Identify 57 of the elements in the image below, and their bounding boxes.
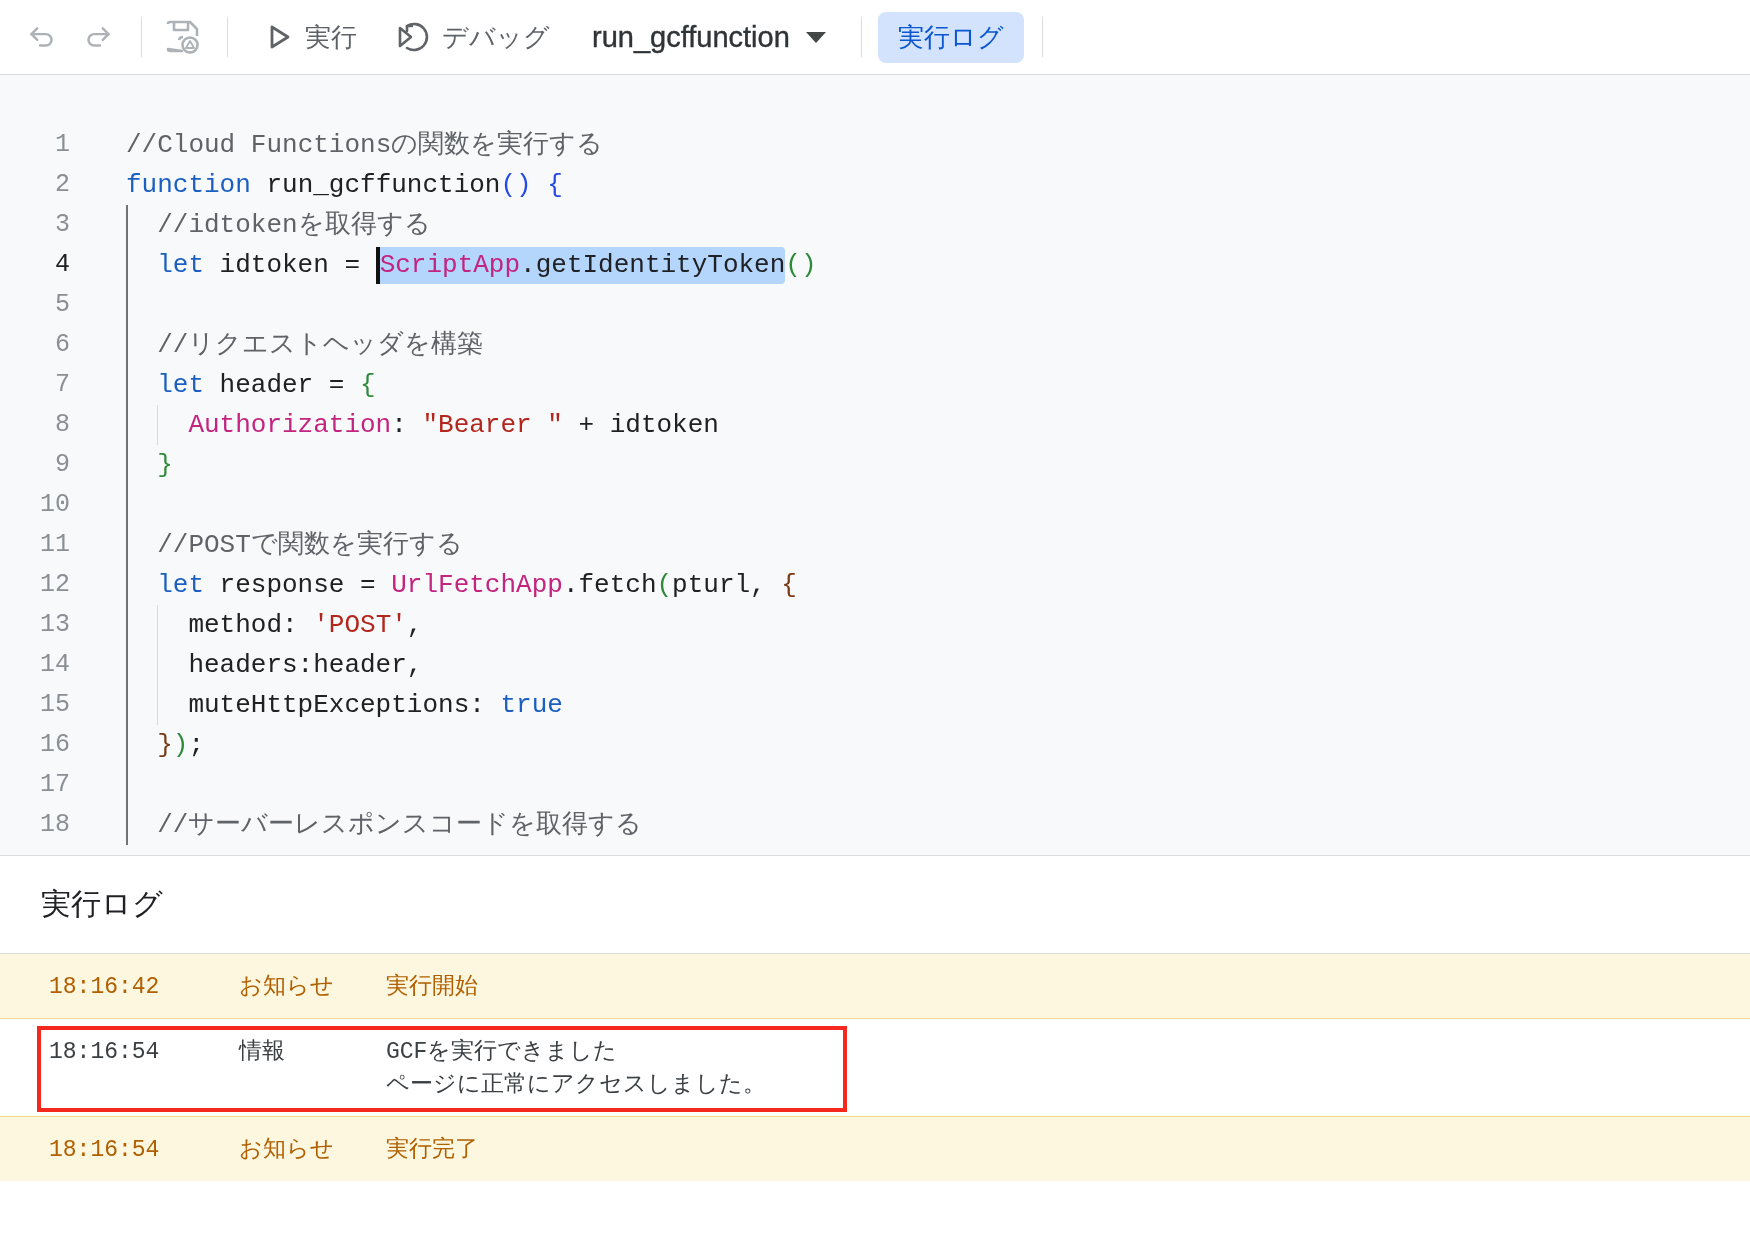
log-time: 18:16:54 — [49, 1136, 161, 1165]
code-editor[interactable] — [0, 75, 1750, 855]
code-text: } — [157, 448, 173, 482]
log-message: 実行完了 — [386, 1135, 478, 1165]
code-text: //Cloud Functionsの関数を実行する — [126, 128, 604, 162]
line-number: 11 — [39, 529, 70, 561]
log-time: 18:16:42 — [49, 973, 161, 1002]
code-text: headers:header, — [188, 648, 423, 682]
execution-log-toggle[interactable]: 実行ログ — [877, 11, 1024, 63]
run-button[interactable]: 実行 — [262, 13, 365, 61]
debug-button[interactable]: デバッグ — [390, 13, 558, 61]
line-number: 12 — [39, 569, 70, 601]
code-text: Authorization: "Bearer " + idtoken — [188, 408, 719, 442]
code-text: //idtokenを取得する — [157, 208, 431, 242]
log-message: GCFを実行できました — [386, 1037, 618, 1067]
log-level: お知らせ — [239, 1136, 335, 1165]
play-icon — [270, 25, 290, 49]
code-text: let response = UrlFetchApp.fetch(pturl, { — [157, 568, 797, 602]
redo-icon — [85, 26, 111, 48]
line-number: 13 — [39, 609, 70, 641]
code-text: () — [785, 248, 817, 282]
code-text: //リクエストヘッダを構築 — [157, 328, 484, 362]
code-text: method: 'POST', — [188, 608, 423, 642]
code-text: //POSTで関数を実行する — [157, 528, 463, 562]
line-number: 10 — [39, 489, 70, 521]
line-number: 15 — [39, 689, 70, 721]
line-number: 16 — [39, 729, 70, 761]
undo-icon — [29, 26, 55, 48]
line-number: 17 — [39, 769, 70, 801]
code-text: let header = { — [157, 368, 376, 402]
line-number: 3 — [54, 209, 70, 241]
line-number: 7 — [54, 369, 70, 401]
line-number: 18 — [39, 809, 70, 841]
line-number: 1 — [54, 129, 70, 161]
line-number: 2 — [54, 169, 70, 201]
code-text: let idtoken = — [157, 248, 362, 282]
save-icon — [166, 20, 200, 54]
caret-icon — [805, 31, 826, 43]
code-text: }); — [157, 728, 204, 762]
line-number: 6 — [54, 329, 70, 361]
code-text: //サーバーレスポンスコードを取得する — [157, 808, 643, 842]
debug-icon — [398, 22, 430, 52]
log-level: お知らせ — [239, 973, 335, 1002]
log-title: 実行ログ — [41, 886, 163, 922]
line-number: 4 — [54, 249, 70, 281]
log-message: 実行開始 — [386, 972, 478, 1002]
function-select[interactable]: run_gcffunction — [584, 13, 834, 61]
log-time: 18:16:54 — [49, 1038, 161, 1067]
line-number: 14 — [39, 649, 70, 681]
log-level: 情報 — [239, 1038, 286, 1067]
code-text: muteHttpExceptions: true — [188, 688, 563, 722]
line-number: 8 — [54, 409, 70, 441]
log-message: ページに正常にアクセスしました。 — [386, 1071, 766, 1100]
line-number: 5 — [54, 289, 70, 321]
line-number: 9 — [54, 449, 70, 481]
selected-code-text: ScriptApp.getIdentityToken — [379, 246, 786, 284]
code-text: function run_gcffunction() { — [126, 168, 563, 202]
